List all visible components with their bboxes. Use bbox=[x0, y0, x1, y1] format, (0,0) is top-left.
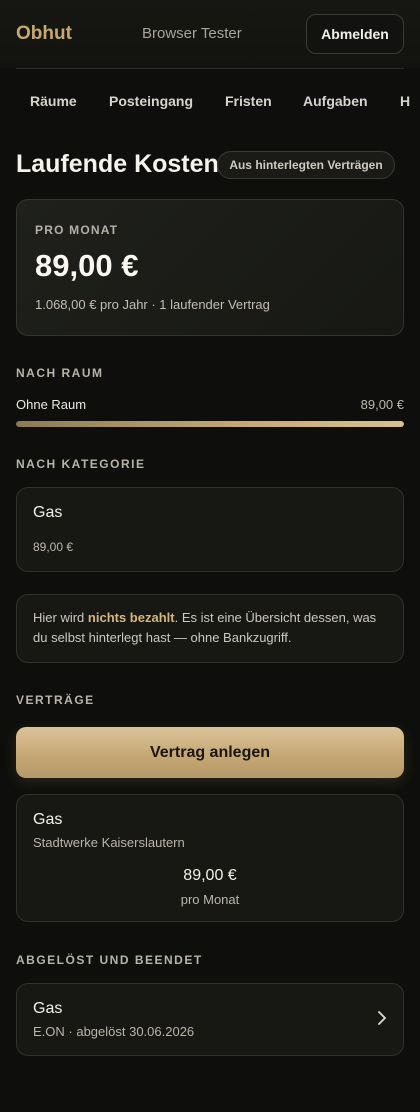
page-title: Laufende Kosten bbox=[16, 150, 219, 178]
info-text-highlight: nichts bezahlt bbox=[87, 610, 175, 625]
contract-provider: Stadtwerke Kaiserslautern bbox=[33, 835, 185, 850]
nav-item-h[interactable]: H bbox=[400, 93, 410, 109]
category-name: Gas bbox=[33, 504, 63, 521]
category-card: Gas 89,00 € bbox=[16, 487, 404, 572]
nav-item-posteingang[interactable]: Posteingang bbox=[109, 93, 193, 109]
info-text-prefix: Hier wird bbox=[33, 610, 88, 625]
ended-contract-subline: E.ON · abgelöst 30.06.2026 bbox=[33, 1024, 195, 1039]
info-note: Hier wird nichts bezahlt. Es ist eine Üb… bbox=[16, 594, 404, 663]
contract-name: Gas bbox=[33, 811, 63, 828]
add-contract-button[interactable]: Vertrag anlegen bbox=[16, 727, 404, 778]
summary-subline: 1.068,00 € pro Jahr · 1 laufender Vertra… bbox=[35, 297, 270, 312]
nav-item-fristen[interactable]: Fristen bbox=[225, 93, 272, 109]
source-badge: Aus hinterlegten Verträgen bbox=[217, 151, 395, 179]
ended-contract-name: Gas bbox=[33, 1000, 63, 1017]
room-share-bar bbox=[16, 421, 404, 427]
monthly-amount: 89,00 € bbox=[35, 248, 139, 283]
section-title-by-room: NACH RAUM bbox=[16, 366, 104, 380]
app-header: Obhut Browser Tester Abmelden bbox=[0, 0, 420, 68]
room-label: Ohne Raum bbox=[16, 397, 87, 412]
section-title-contracts: VERTRÄGE bbox=[16, 693, 95, 707]
ended-contract-card[interactable]: Gas E.ON · abgelöst 30.06.2026 bbox=[16, 983, 404, 1056]
room-value: 89,00 € bbox=[360, 397, 404, 412]
nav-item-aufgaben[interactable]: Aufgaben bbox=[303, 93, 368, 109]
monthly-summary-card: PRO MONAT 89,00 € 1.068,00 € pro Jahr · … bbox=[16, 199, 404, 336]
brand-logo[interactable]: Obhut bbox=[16, 23, 72, 45]
info-text: Hier wird nichts bezahlt. Es ist eine Üb… bbox=[33, 608, 383, 648]
summary-label: PRO MONAT bbox=[35, 223, 119, 237]
main-nav: Räume Posteingang Fristen Aufgaben H bbox=[0, 84, 420, 120]
section-title-by-category: NACH KATEGORIE bbox=[16, 457, 146, 471]
header-divider bbox=[16, 68, 404, 69]
contract-amount: 89,00 € bbox=[183, 867, 237, 884]
room-share-bar-fill bbox=[16, 421, 404, 427]
category-value: 89,00 € bbox=[33, 540, 74, 554]
contract-card[interactable]: Gas Stadtwerke Kaiserslautern 89,00 € pr… bbox=[16, 794, 404, 922]
nav-item-raeume[interactable]: Räume bbox=[30, 93, 77, 109]
chevron-right-icon bbox=[378, 1011, 386, 1025]
section-title-ended: ABGELÖST UND BEENDET bbox=[16, 953, 203, 967]
logout-button[interactable]: Abmelden bbox=[306, 14, 404, 54]
contract-period: pro Monat bbox=[180, 892, 240, 907]
user-name: Browser Tester bbox=[142, 25, 242, 42]
